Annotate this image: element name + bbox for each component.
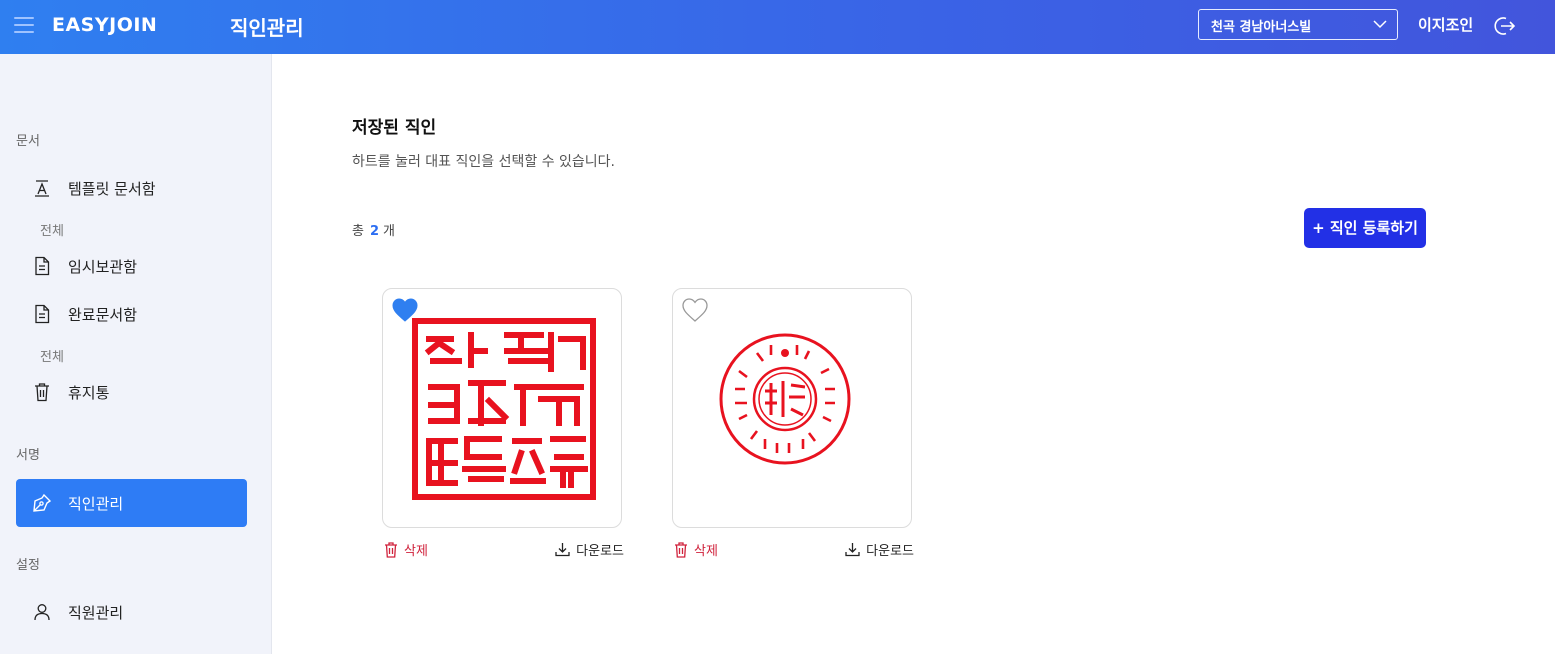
- seal-card-actions: 삭제 다운로드: [672, 538, 914, 562]
- sidebar-subitem-all[interactable]: 전체: [40, 220, 64, 239]
- seal-card: [672, 288, 912, 528]
- register-seal-button[interactable]: + 직인 등록하기: [1304, 208, 1426, 248]
- count-suffix: 개: [383, 224, 395, 239]
- section-title: 저장된 직인: [352, 118, 437, 138]
- chevron-down-icon: [1373, 20, 1387, 29]
- section-description: 하트를 눌러 대표 직인을 선택할 수 있습니다.: [352, 154, 615, 170]
- sidebar-item-templates[interactable]: 템플릿 문서함: [16, 164, 247, 212]
- document-icon: [32, 304, 52, 324]
- sidebar-item-label: 임시보관함: [68, 257, 138, 276]
- count-value: 2: [369, 224, 380, 239]
- sidebar-item-trash[interactable]: 휴지통: [16, 368, 247, 416]
- sidebar: 문서 템플릿 문서함 전체 임시보관함 완료문서함 전체 휴지통 서명 직인관리…: [0, 54, 272, 654]
- delete-button[interactable]: 삭제: [674, 540, 718, 559]
- download-label: 다운로드: [866, 544, 914, 559]
- sidebar-section-settings: 설정: [16, 558, 40, 573]
- app-logo[interactable]: EASYJOIN: [52, 14, 157, 36]
- sidebar-item-drafts[interactable]: 임시보관함: [16, 242, 247, 290]
- main-content: 저장된 직인 하트를 눌러 대표 직인을 선택할 수 있습니다. 총2개 + 직…: [272, 54, 1555, 654]
- document-icon: [32, 256, 52, 276]
- page-title: 직인관리: [230, 16, 304, 40]
- sidebar-item-label: 직인관리: [68, 494, 124, 513]
- sidebar-item-label: 완료문서함: [68, 305, 138, 324]
- company-select[interactable]: 천곡 경남아너스빌: [1198, 9, 1398, 40]
- trash-icon: [675, 541, 687, 558]
- trash-icon: [32, 382, 52, 402]
- company-select-value: 천곡 경남아너스빌: [1211, 20, 1312, 35]
- seal-count: 총2개: [352, 220, 395, 239]
- sidebar-item-completed[interactable]: 완료문서함: [16, 290, 247, 338]
- download-icon: [845, 543, 860, 557]
- trash-icon: [385, 541, 397, 558]
- delete-button[interactable]: 삭제: [384, 540, 428, 559]
- sidebar-section-signature: 서명: [16, 448, 40, 463]
- square-seal-image: [412, 318, 596, 500]
- count-prefix: 총: [352, 224, 364, 239]
- seal-card: [382, 288, 622, 528]
- sidebar-item-label: 휴지통: [68, 383, 110, 402]
- heart-outline-icon[interactable]: [681, 297, 709, 323]
- hamburger-menu-icon[interactable]: [14, 17, 34, 33]
- sidebar-subitem-all[interactable]: 전체: [40, 346, 64, 365]
- pen-nib-icon: [32, 493, 52, 513]
- sidebar-section-documents: 문서: [16, 134, 40, 149]
- seal-card-actions: 삭제 다운로드: [382, 538, 624, 562]
- download-icon: [555, 543, 570, 557]
- sidebar-item-staff[interactable]: 직원관리: [16, 588, 247, 636]
- delete-label: 삭제: [694, 544, 718, 559]
- user-name[interactable]: 이지조인: [1418, 14, 1473, 35]
- top-bar: EASYJOIN 직인관리 천곡 경남아너스빌 이지조인: [0, 0, 1555, 54]
- sidebar-item-label: 템플릿 문서함: [68, 179, 156, 198]
- text-template-icon: [32, 178, 52, 198]
- sidebar-item-seals[interactable]: 직인관리: [16, 479, 247, 527]
- user-icon: [32, 602, 52, 622]
- round-seal-image: [719, 333, 851, 465]
- download-label: 다운로드: [576, 544, 624, 559]
- logout-icon[interactable]: [1492, 14, 1516, 38]
- download-button[interactable]: 다운로드: [845, 540, 914, 559]
- delete-label: 삭제: [404, 544, 428, 559]
- sidebar-item-label: 직원관리: [68, 603, 124, 622]
- download-button[interactable]: 다운로드: [555, 540, 624, 559]
